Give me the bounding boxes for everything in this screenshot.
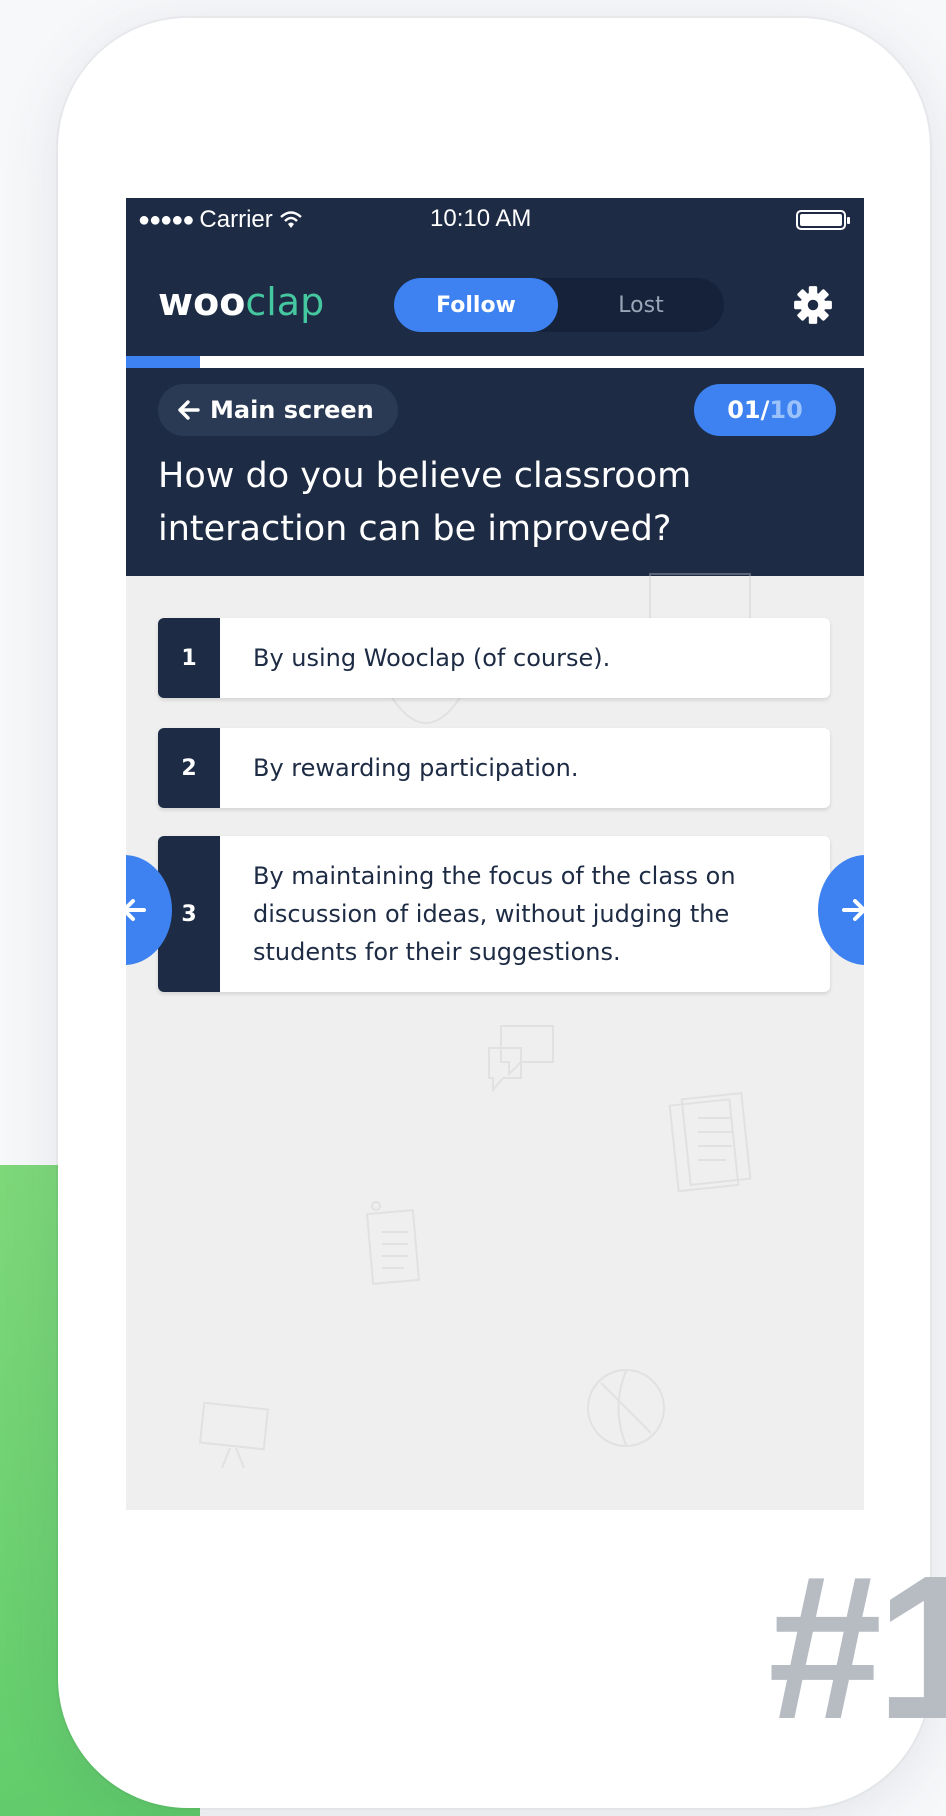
follow-lost-toggle: Follow Lost	[394, 278, 724, 332]
logo-clap: clap	[245, 280, 325, 324]
app-screen: ●●●●● Carrier 10:10 AM wooclap Follow Lo…	[126, 198, 864, 1510]
question-title: How do you believe classroom interaction…	[158, 456, 692, 549]
step-number-badge: #1	[768, 1533, 946, 1762]
main-screen-button[interactable]: Main screen	[158, 384, 398, 436]
question-panel: Main screen 01/10 How do you believe cla…	[126, 368, 864, 576]
battery-icon	[796, 210, 850, 230]
logo-woo: woo	[158, 280, 246, 324]
question-counter: 01/10	[694, 384, 836, 436]
arrow-left-icon	[178, 400, 200, 420]
chat-doodle-icon	[488, 1025, 554, 1093]
counter-total: 10	[769, 396, 803, 424]
answer-text: By using Wooclap (of course).	[253, 644, 611, 672]
status-bar: ●●●●● Carrier 10:10 AM	[126, 198, 864, 240]
wifi-icon	[279, 211, 302, 228]
board-doodle-icon	[198, 1401, 270, 1469]
wooclap-logo[interactable]: wooclap	[158, 280, 324, 324]
answer-text: By rewarding participation.	[253, 754, 579, 782]
answer-number: 2	[158, 728, 220, 808]
status-left: ●●●●● Carrier	[138, 206, 303, 234]
notepad-doodle-icon	[365, 1201, 421, 1285]
gear-icon[interactable]	[792, 284, 834, 326]
carrier-name: Carrier	[199, 206, 273, 233]
progress-bar	[126, 356, 864, 368]
answer-option-3[interactable]: 3 By maintaining the focus of the class …	[158, 836, 830, 992]
lost-button[interactable]: Lost	[558, 278, 724, 332]
answer-option-1[interactable]: 1 By using Wooclap (of course).	[158, 618, 830, 698]
main-screen-label: Main screen	[210, 396, 374, 424]
status-time: 10:10 AM	[430, 205, 532, 232]
counter-current: 01	[727, 396, 761, 424]
answer-number: 1	[158, 618, 220, 698]
app-header: wooclap Follow Lost	[126, 240, 864, 356]
signal-strength: ●●●●●	[138, 208, 194, 231]
answer-option-2[interactable]: 2 By rewarding participation.	[158, 728, 830, 808]
counter-separator: /	[760, 396, 770, 424]
progress-fill	[126, 356, 200, 368]
answer-text: By maintaining the focus of the class on…	[253, 862, 736, 966]
arrow-right-icon	[842, 899, 864, 921]
arrow-left-icon	[126, 899, 146, 921]
ball-doodle-icon	[587, 1369, 665, 1447]
document-doodle-icon	[668, 1092, 752, 1193]
follow-button[interactable]: Follow	[394, 278, 558, 332]
